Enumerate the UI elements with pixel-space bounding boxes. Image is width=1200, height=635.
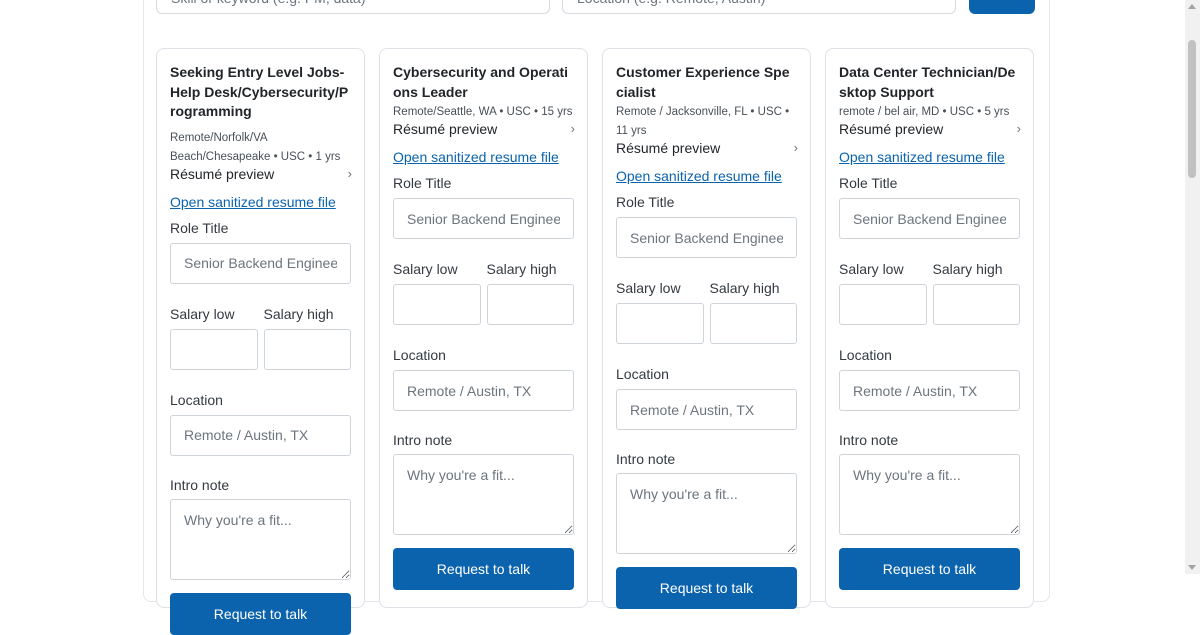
intro-note-textarea[interactable] xyxy=(616,473,797,554)
salary-high-label: Salary high xyxy=(709,280,780,296)
location-input[interactable] xyxy=(839,370,1020,411)
location-label: Location xyxy=(616,366,669,382)
salary-high-label: Salary high xyxy=(932,261,1003,277)
salary-high-input[interactable] xyxy=(486,284,574,325)
role-title-input[interactable] xyxy=(170,242,351,284)
role-title-label: Role Title xyxy=(393,175,452,191)
candidate-title: Seeking Entry Level Jobs-Help Desk/Cyber… xyxy=(170,64,349,119)
intro-note-label: Intro note xyxy=(616,451,676,467)
salary-low-label: Salary low xyxy=(170,305,235,322)
intro-note-label: Intro note xyxy=(839,432,899,448)
salary-low-input[interactable] xyxy=(170,328,258,370)
salary-high-input[interactable] xyxy=(709,303,797,344)
salary-row: Salary low Salary high xyxy=(839,260,1020,325)
candidate-card: Data Center Technician/Desktop Support r… xyxy=(825,48,1034,608)
resume-preview-label: Résumé preview xyxy=(170,165,275,182)
candidate-meta: Remote / Jacksonville, FL • USC • 11 yrs xyxy=(616,106,790,137)
chevron-right-icon: › xyxy=(793,140,798,155)
salary-low-label: Salary low xyxy=(393,261,458,277)
resume-file-link[interactable]: Open sanitized resume file xyxy=(839,148,1020,166)
role-title-label: Role Title xyxy=(170,219,229,236)
scroll-up-arrow-icon[interactable] xyxy=(1188,4,1196,9)
location-input[interactable] xyxy=(616,389,797,430)
salary-row: Salary low Salary high xyxy=(170,305,351,370)
resume-preview-label: Résumé preview xyxy=(393,121,498,137)
location-label: Location xyxy=(393,347,446,363)
candidate-title: Customer Experience Specialist xyxy=(616,64,790,100)
location-label: Location xyxy=(170,391,223,408)
candidate-card: Seeking Entry Level Jobs-Help Desk/Cyber… xyxy=(156,48,365,635)
role-title-input[interactable] xyxy=(616,217,797,258)
role-title-label: Role Title xyxy=(616,194,675,210)
candidate-title: Data Center Technician/Desktop Support xyxy=(839,64,1016,100)
resume-preview-toggle[interactable]: Résumé preview › xyxy=(393,119,575,139)
location-input[interactable] xyxy=(393,370,574,411)
salary-row: Salary low Salary high xyxy=(393,260,574,325)
resume-file-link[interactable]: Open sanitized resume file xyxy=(393,148,574,166)
chevron-right-icon: › xyxy=(347,165,352,181)
scrollbar-thumb[interactable] xyxy=(1188,40,1196,178)
resume-preview-label: Résumé preview xyxy=(839,121,944,137)
resume-preview-toggle[interactable]: Résumé preview › xyxy=(839,119,1021,139)
intro-note-label: Intro note xyxy=(170,476,230,493)
location-input[interactable] xyxy=(170,414,351,456)
request-to-talk-button[interactable]: Request to talk xyxy=(616,567,797,609)
salary-low-label: Salary low xyxy=(839,261,904,277)
search-button[interactable] xyxy=(969,0,1035,14)
salary-row: Salary low Salary high xyxy=(616,279,797,344)
role-title-label: Role Title xyxy=(839,175,898,191)
resume-preview-toggle[interactable]: Résumé preview › xyxy=(616,138,798,158)
chevron-right-icon: › xyxy=(1016,121,1021,136)
resume-preview-toggle[interactable]: Résumé preview › xyxy=(170,164,352,184)
intro-note-textarea[interactable] xyxy=(170,498,351,580)
salary-low-input[interactable] xyxy=(616,303,704,344)
chevron-right-icon: › xyxy=(570,121,575,136)
candidate-title: Cybersecurity and Operations Leader xyxy=(393,64,569,100)
page-scrollbar[interactable] xyxy=(1185,0,1200,574)
salary-low-input[interactable] xyxy=(393,284,481,325)
salary-high-label: Salary high xyxy=(263,305,334,322)
intro-note-textarea[interactable] xyxy=(393,454,574,535)
salary-high-input[interactable] xyxy=(932,284,1020,325)
location-search-input[interactable]: Location (e.g. Remote, Austin) xyxy=(562,0,956,14)
role-title-input[interactable] xyxy=(393,198,574,239)
resume-file-link[interactable]: Open sanitized resume file xyxy=(170,193,351,211)
resume-file-link[interactable]: Open sanitized resume file xyxy=(616,167,797,185)
role-title-input[interactable] xyxy=(839,198,1020,239)
intro-note-textarea[interactable] xyxy=(839,454,1020,535)
intro-note-label: Intro note xyxy=(393,432,453,448)
candidate-card: Customer Experience Specialist Remote / … xyxy=(602,48,811,609)
keyword-search-input[interactable]: Skill or keyword (e.g. PM, data) xyxy=(156,0,550,14)
location-label: Location xyxy=(839,347,892,363)
request-to-talk-button[interactable]: Request to talk xyxy=(170,592,351,635)
candidate-card: Cybersecurity and Operations Leader Remo… xyxy=(379,48,588,608)
salary-low-label: Salary low xyxy=(616,280,681,296)
candidate-meta: Remote/Norfolk/VA Beach/Chesapeake • USC… xyxy=(170,131,341,163)
request-to-talk-button[interactable]: Request to talk xyxy=(393,548,574,590)
salary-low-input[interactable] xyxy=(839,284,927,325)
request-to-talk-button[interactable]: Request to talk xyxy=(839,548,1020,590)
salary-high-input[interactable] xyxy=(263,328,351,370)
scroll-down-arrow-icon[interactable] xyxy=(1188,565,1196,570)
salary-high-label: Salary high xyxy=(486,261,557,277)
resume-preview-label: Résumé preview xyxy=(616,140,721,156)
